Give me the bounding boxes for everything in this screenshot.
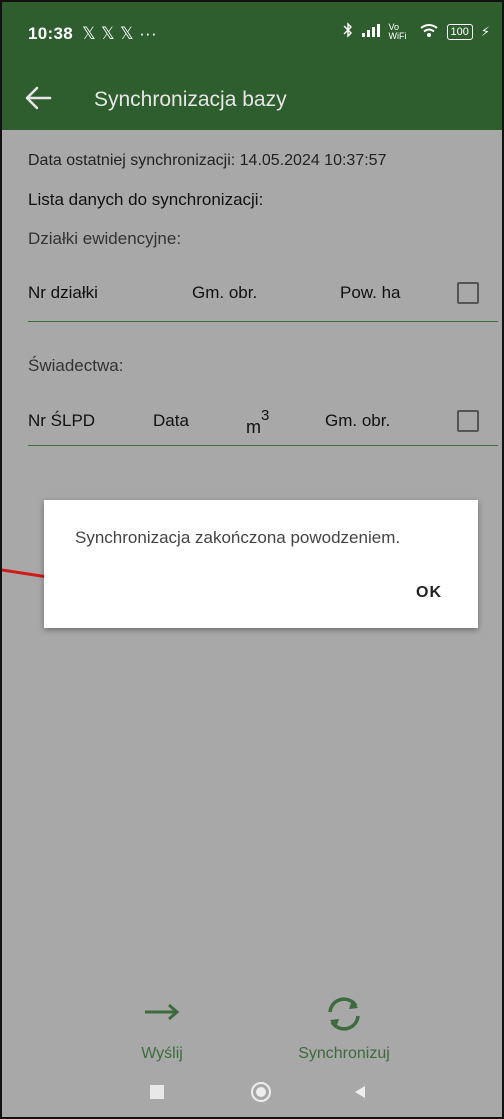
sync-success-dialog: Synchronizacja zakończona powodzeniem. O… — [44, 500, 478, 628]
bluetooth-icon — [343, 22, 353, 41]
parcels-select-all-checkbox[interactable] — [457, 282, 479, 304]
last-sync-date: Data ostatniej synchronizacji: 14.05.202… — [28, 152, 387, 169]
sync-icon — [328, 997, 360, 1031]
certificates-section-label: Świadectwa: — [28, 356, 124, 375]
back-nav-button[interactable] — [354, 1085, 366, 1104]
signal-icon — [361, 23, 381, 40]
phone-screen: 10:38 𝕏 𝕏 𝕏 ··· Vo WiFi 100 ⚡ Synchroniz… — [0, 0, 504, 1119]
vowifi-label: Vo WiFi — [388, 21, 407, 41]
column-date: Data — [153, 411, 189, 430]
page-title: Synchronizacja bazy — [94, 88, 287, 111]
dialog-ok-button[interactable]: OK — [416, 584, 442, 602]
battery-indicator: 100 — [446, 23, 473, 40]
certificates-select-all-checkbox[interactable] — [457, 410, 479, 432]
notification-icons: 𝕏 𝕏 𝕏 ··· — [82, 24, 157, 43]
synchronize-label: Synchronizuj — [298, 1045, 390, 1062]
send-button[interactable]: Wyślij — [112, 1002, 212, 1063]
status-time: 10:38 — [28, 24, 73, 43]
certificates-divider — [28, 445, 498, 446]
home-icon-dot — [256, 1087, 266, 1097]
app-bar: Synchronizacja bazy — [2, 68, 502, 130]
send-label: Wyślij — [141, 1045, 183, 1062]
parcels-section-label: Działki ewidencyjne: — [28, 229, 182, 248]
column-certificate-number: Nr ŚLPD — [28, 411, 96, 430]
column-volume-superscript: 3 — [261, 407, 270, 424]
home-button[interactable] — [251, 1082, 271, 1102]
column-volume-label: m — [246, 417, 261, 437]
parcels-divider — [28, 321, 498, 322]
back-button[interactable] — [22, 80, 56, 116]
recents-button[interactable] — [150, 1085, 164, 1099]
column-commune-cert: Gm. obr. — [325, 411, 391, 430]
arrow-right-icon — [145, 1003, 180, 1021]
dialog-message: Synchronizacja zakończona powodzeniem. — [75, 528, 401, 547]
wifi-icon — [419, 23, 439, 41]
triangle-back-icon — [355, 1086, 365, 1098]
column-parcel-number: Nr działki — [28, 283, 98, 302]
sync-list-title: Lista danych do synchronizacji: — [28, 190, 264, 209]
charging-icon: ⚡ — [480, 23, 490, 39]
status-bar: 10:38 𝕏 𝕏 𝕏 ··· Vo WiFi 100 ⚡ — [2, 2, 502, 68]
arrow-left-icon — [25, 86, 52, 110]
column-volume: m3 — [246, 407, 270, 437]
status-indicators: Vo WiFi 100 ⚡ — [343, 21, 490, 41]
column-commune: Gm. obr. — [192, 283, 258, 302]
column-area: Pow. ha — [340, 283, 401, 302]
system-nav-bar — [2, 1082, 502, 1117]
synchronize-button[interactable]: Synchronizuj — [284, 992, 404, 1063]
